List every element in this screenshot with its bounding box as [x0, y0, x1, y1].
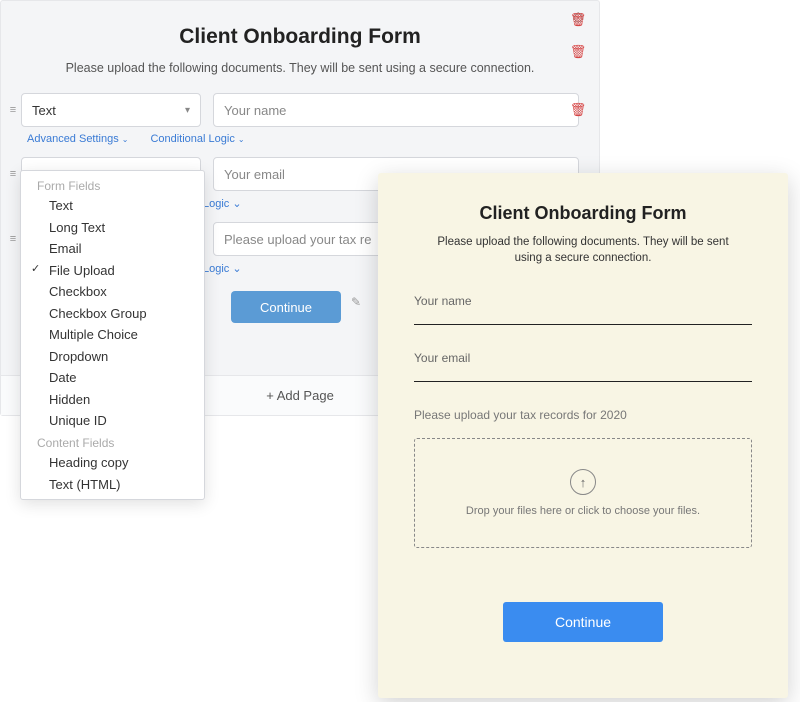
dropdown-group-label: Form Fields	[21, 175, 204, 195]
dropdown-item[interactable]: Hidden	[21, 389, 204, 411]
continue-button[interactable]: Continue	[231, 291, 341, 323]
dropdown-item[interactable]: Email	[21, 238, 204, 260]
advanced-settings-link[interactable]: Advanced Settings⌄	[27, 133, 128, 145]
chevron-down-icon: ⌄	[238, 135, 245, 144]
dropdown-item[interactable]: Multiple Choice	[21, 324, 204, 346]
dropdown-item[interactable]: Text	[21, 195, 204, 217]
preview-subtitle: Please upload the following documents. T…	[433, 234, 733, 266]
preview-continue-button[interactable]: Continue	[503, 602, 663, 642]
dropdown-item[interactable]: Long Text	[21, 217, 204, 239]
conditional-logic-link[interactable]: Conditional Logic⌄	[150, 133, 244, 145]
dropdown-item[interactable]: Checkbox	[21, 281, 204, 303]
trash-icon[interactable]: 🗑	[570, 102, 587, 117]
dropdown-item[interactable]: Dropdown	[21, 346, 204, 368]
caret-icon: ▾	[185, 105, 190, 116]
conditional-logic-link[interactable]: Logic ⌄	[203, 198, 242, 210]
name-input[interactable]	[414, 324, 752, 325]
field-type-dropdown: Form Fields Text Long Text Email File Up…	[20, 170, 205, 500]
dropdown-item[interactable]: Unique ID	[21, 410, 204, 432]
drag-handle-icon[interactable]: ≡	[1, 104, 21, 116]
field-row: ≡ Text ▾ Your name 🗑 🗑 🗑	[1, 93, 599, 127]
email-input[interactable]	[414, 381, 752, 382]
preview-title: Client Onboarding Form	[414, 203, 752, 224]
form-title[interactable]: Client Onboarding Form	[1, 25, 599, 49]
name-field-label: Your name	[414, 294, 752, 308]
dropdown-item[interactable]: Checkbox Group	[21, 303, 204, 325]
trash-icon[interactable]: 🗑	[570, 44, 587, 59]
form-preview-panel: Client Onboarding Form Please upload the…	[378, 173, 788, 698]
dropdown-group-label: Content Fields	[21, 432, 204, 452]
dropdown-item[interactable]: Text (HTML)	[21, 474, 204, 496]
field-label-input[interactable]: Your name	[213, 93, 579, 127]
file-dropzone[interactable]: ↑ Drop your files here or click to choos…	[414, 438, 752, 548]
upload-field-label: Please upload your tax records for 2020	[414, 408, 752, 422]
dropzone-text: Drop your files here or click to choose …	[466, 505, 700, 517]
trash-icon[interactable]: 🗑	[570, 12, 587, 27]
form-description[interactable]: Please upload the following documents. T…	[1, 61, 599, 75]
dropdown-item[interactable]: Heading copy	[21, 452, 204, 474]
chevron-down-icon: ⌄	[232, 263, 241, 275]
drag-handle-icon[interactable]: ≡	[1, 233, 21, 245]
chevron-down-icon: ⌄	[232, 198, 241, 210]
conditional-logic-link[interactable]: Logic ⌄	[203, 263, 242, 275]
field-options: Advanced Settings⌄ Conditional Logic⌄	[1, 127, 599, 157]
dropdown-item[interactable]: File Upload	[21, 260, 204, 282]
email-field-label: Your email	[414, 351, 752, 365]
chevron-down-icon: ⌄	[122, 135, 129, 144]
pencil-icon[interactable]: ✎	[351, 295, 361, 309]
upload-arrow-icon: ↑	[570, 469, 596, 495]
dropdown-item[interactable]: Date	[21, 367, 204, 389]
drag-handle-icon[interactable]: ≡	[1, 168, 21, 180]
field-type-value: Text	[32, 103, 56, 118]
field-type-select[interactable]: Text ▾	[21, 93, 201, 127]
